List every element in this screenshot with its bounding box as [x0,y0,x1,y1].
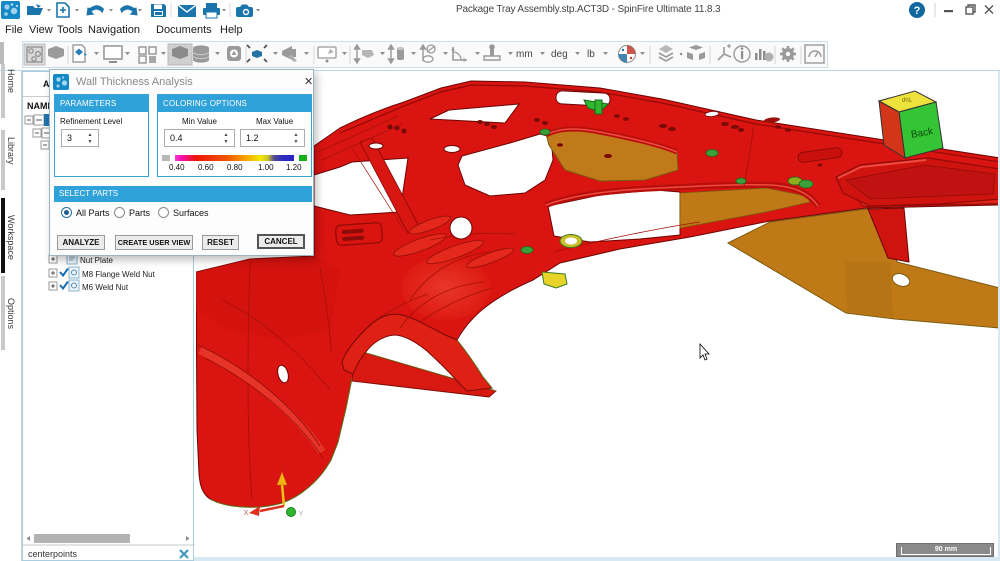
svg-text:?: ? [914,5,921,17]
svg-text:M6 Weld Nut: M6 Weld Nut [82,283,129,292]
svg-text:M8 Flange Weld Nut: M8 Flange Weld Nut [82,270,156,279]
svg-text:lb: lb [587,49,595,60]
svg-text:Y: Y [299,511,304,518]
svg-text:X: X [244,510,249,517]
svg-text:mm: mm [516,49,533,60]
svg-text:deg: deg [551,49,568,60]
svg-text:Z: Z [279,464,284,471]
svg-text:centerpoints: centerpoints [28,549,78,559]
svg-text:Nut Plate: Nut Plate [80,256,113,265]
